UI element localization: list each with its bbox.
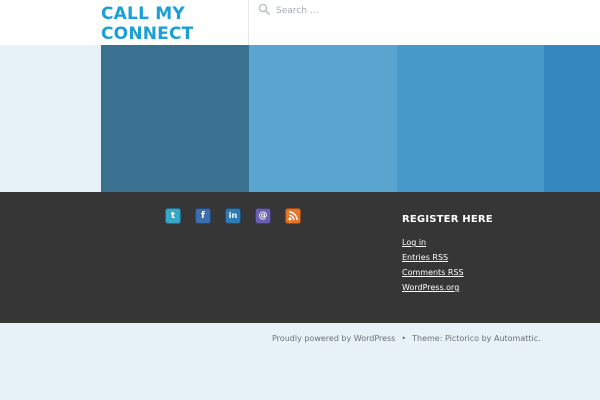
twitter-glyph: t [170, 211, 176, 221]
list-item: Log in [402, 234, 582, 249]
rss-glyph [288, 211, 298, 221]
theme-author-link[interactable]: Automattic [494, 334, 538, 343]
widget-links: Log in Entries RSS Comments RSS WordPres… [402, 234, 582, 294]
tile-3[interactable] [249, 45, 397, 192]
wordpress-org-link[interactable]: WordPress.org [402, 283, 459, 292]
facebook-icon[interactable]: f [195, 208, 211, 224]
widget-title: REGISTER HERE [402, 214, 493, 225]
site-info: Proudly powered by WordPress • Theme: Pict… [272, 334, 541, 344]
site-title[interactable]: CALL MY CONNECT [101, 4, 241, 44]
list-item: Comments RSS [402, 264, 582, 279]
branding: CALL MY CONNECT [101, 0, 249, 45]
search-icon [258, 3, 270, 15]
tile-4[interactable] [397, 45, 544, 192]
footer-widgets: t f in @ REGISTER HERE Log in Entries RS… [0, 192, 600, 323]
featured-tiles [0, 45, 600, 192]
theme-prefix: Theme: Pictorico by [412, 334, 494, 343]
entries-rss-link[interactable]: Entries RSS [402, 253, 448, 262]
list-item: WordPress.org [402, 279, 582, 294]
email-glyph: @ [258, 211, 268, 221]
twitter-icon[interactable]: t [165, 208, 181, 224]
tile-5[interactable] [544, 45, 600, 192]
search-input[interactable] [276, 3, 576, 19]
tile-2[interactable] [101, 45, 249, 192]
search-form [256, 0, 600, 22]
login-link[interactable]: Log in [402, 238, 426, 247]
linkedin-icon[interactable]: in [225, 208, 241, 224]
linkedin-glyph: in [228, 211, 238, 220]
site-header: CALL MY CONNECT [0, 0, 600, 45]
separator: • [401, 334, 407, 343]
meta-widget: REGISTER HERE Log in Entries RSS Comment… [402, 214, 582, 294]
theme-suffix: . [538, 334, 541, 343]
comments-rss-link[interactable]: Comments RSS [402, 268, 464, 277]
rss-icon[interactable] [285, 208, 301, 224]
email-icon[interactable]: @ [255, 208, 271, 224]
list-item: Entries RSS [402, 249, 582, 264]
tile-1 [0, 45, 101, 192]
powered-by-link[interactable]: Proudly powered by WordPress [272, 334, 395, 343]
facebook-glyph: f [201, 211, 205, 221]
